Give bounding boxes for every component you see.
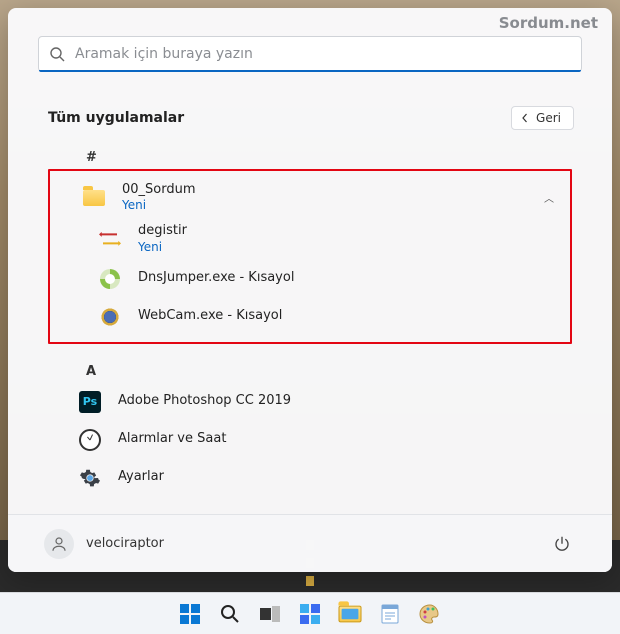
all-apps-title: Tüm uygulamalar	[48, 110, 184, 126]
search-icon	[220, 604, 240, 624]
new-badge: Yeni	[122, 198, 196, 213]
group-label-hash[interactable]: #	[86, 150, 572, 165]
taskbar	[0, 592, 620, 634]
gear-icon	[79, 467, 101, 489]
app-name: 00_Sordum	[122, 182, 196, 198]
search-box[interactable]	[38, 36, 582, 72]
app-name: DnsJumper.exe - Kısayol	[138, 270, 294, 286]
user-name: velociraptor	[86, 536, 164, 551]
file-explorer-button[interactable]	[337, 601, 363, 627]
start-menu-panel: Sordum.net Tüm uygulamalar Geri # 00_Sor…	[8, 8, 612, 572]
power-icon	[553, 535, 571, 553]
app-item-degistir[interactable]: degistir Yeni	[52, 218, 568, 259]
clock-icon	[79, 429, 101, 451]
photoshop-icon: Ps	[79, 391, 101, 413]
swap-icon	[99, 232, 121, 246]
start-button[interactable]	[177, 601, 203, 627]
notepad-icon	[380, 603, 400, 625]
app-item-settings[interactable]: Ayarlar	[48, 459, 572, 497]
chevron-up-icon: ︿	[544, 190, 554, 205]
app-name: Adobe Photoshop CC 2019	[118, 393, 291, 409]
taskbar-search-button[interactable]	[217, 601, 243, 627]
annotation-highlight: 00_Sordum Yeni ︿ degistir Yeni DnsJumper…	[48, 169, 572, 344]
widgets-icon	[299, 603, 321, 625]
webcam-icon	[100, 307, 120, 327]
dnsjumper-icon	[100, 269, 120, 289]
app-name: Alarmlar ve Saat	[118, 431, 226, 447]
app-name: Ayarlar	[118, 469, 164, 485]
app-item-webcam[interactable]: WebCam.exe - Kısayol	[52, 298, 568, 336]
user-account-button[interactable]: velociraptor	[44, 529, 164, 559]
back-button[interactable]: Geri	[511, 106, 574, 130]
app-item-dnsjumper[interactable]: DnsJumper.exe - Kısayol	[52, 260, 568, 298]
app-item-photoshop[interactable]: Ps Adobe Photoshop CC 2019	[48, 383, 572, 421]
task-view-icon	[260, 606, 280, 622]
new-badge: Yeni	[138, 240, 187, 255]
folder-icon	[83, 190, 105, 206]
folder-icon	[338, 605, 361, 622]
notepad-button[interactable]	[377, 601, 403, 627]
app-folder-sordum[interactable]: 00_Sordum Yeni ︿	[52, 177, 568, 218]
watermark-text: Sordum.net	[499, 14, 598, 32]
app-name: degistir	[138, 223, 187, 239]
app-item-alarms[interactable]: Alarmlar ve Saat	[48, 421, 572, 459]
palette-icon	[419, 604, 441, 624]
avatar-icon	[44, 529, 74, 559]
start-footer: velociraptor	[8, 514, 612, 572]
app-name: WebCam.exe - Kısayol	[138, 308, 282, 324]
widgets-button[interactable]	[297, 601, 323, 627]
power-button[interactable]	[548, 530, 576, 558]
group-label-a[interactable]: A	[86, 364, 572, 379]
back-button-label: Geri	[536, 111, 561, 125]
task-view-button[interactable]	[257, 601, 283, 627]
chevron-left-icon	[520, 113, 530, 123]
search-icon	[49, 46, 65, 62]
search-input[interactable]	[75, 46, 571, 62]
paint-button[interactable]	[417, 601, 443, 627]
